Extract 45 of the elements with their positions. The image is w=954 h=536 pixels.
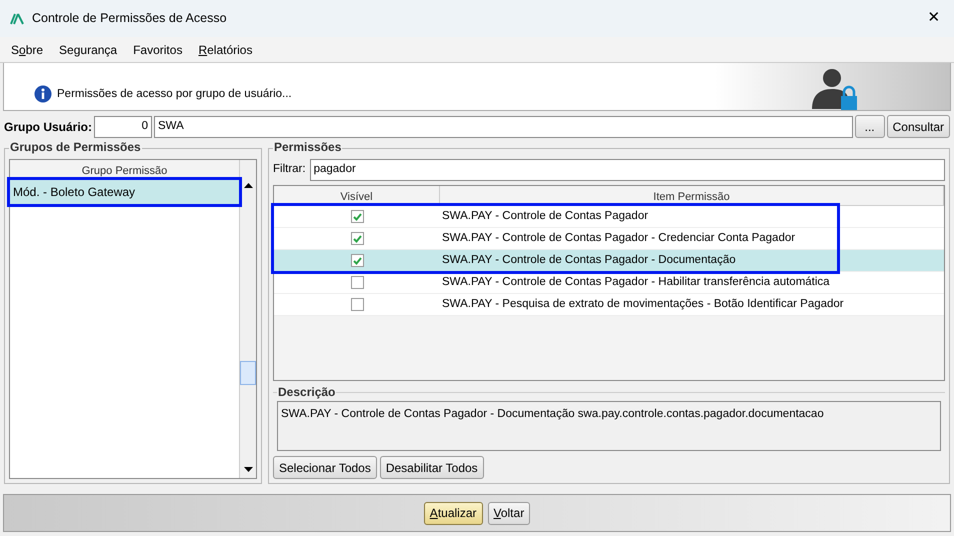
table-row[interactable]: SWA.PAY - Controle de Contas Pagador - Credenciar Conta Pagador [274, 228, 944, 250]
window-title: Controle de Permissões de Acesso [32, 10, 227, 28]
table-row[interactable]: SWA.PAY - Pesquisa de extrato de movimentações - Botão Identificar Pagador [274, 294, 944, 316]
checkbox[interactable] [350, 298, 364, 311]
browse-button[interactable]: ... [854, 115, 885, 138]
field-label: Grupo Usuário: [4, 118, 92, 136]
close-button[interactable]: ✕ [914, 0, 954, 37]
checkbox[interactable] [350, 232, 364, 245]
query-button[interactable]: Consultar [886, 115, 950, 138]
table-cell-text: SWA.PAY - Controle de Contas Pagador - Habilitar transferência automática [441, 274, 830, 290]
table-cell-text: SWA.PAY - Controle de Contas Pagador - Credenciar Conta Pagador [441, 230, 796, 246]
footer-button[interactable]: Voltar [488, 502, 530, 524]
footer-button[interactable]: Atualizar [424, 502, 482, 524]
menu-item[interactable]: Segurança [59, 40, 118, 58]
checkbox[interactable] [350, 276, 364, 289]
group-name-field[interactable]: SWA [154, 116, 853, 138]
filter-label: Filtrar: [273, 162, 306, 178]
scrollbar[interactable] [239, 160, 256, 478]
checkbox[interactable] [350, 210, 364, 223]
action-button[interactable]: Desabilitar Todos [380, 456, 484, 479]
banner-text: Permissões de acesso por grupo de usuário... [57, 86, 292, 102]
menu-item[interactable]: Favoritos [133, 40, 182, 58]
column-header: Visível [340, 190, 373, 204]
column-header: Grupo Permissão [82, 164, 168, 178]
table-cell-text: SWA.PAY - Pesquisa de extrato de movimentações - Botão Identificar Pagador [441, 296, 844, 312]
column-header: Item Permissão [653, 190, 730, 204]
info-icon [34, 85, 52, 103]
user-lock-icon [810, 67, 860, 111]
table-row[interactable]: SWA.PAY - Controle de Contas Pagador - Documentação [274, 250, 944, 272]
table-row[interactable]: SWA.PAY - Controle de Contas Pagador [274, 206, 944, 228]
code-field[interactable]: 0 [94, 116, 152, 138]
menu-item[interactable]: Sobre [11, 40, 44, 58]
checkbox[interactable] [350, 254, 364, 267]
description-text: SWA.PAY - Controle de Contas Pagador - Documentação swa.pay.controle.contas.pagador.documentacao [277, 401, 941, 451]
section-title: Descrição [277, 385, 336, 400]
table-row[interactable]: SWA.PAY - Controle de Contas Pagador - Habilitar transferência automática [274, 272, 944, 294]
table-cell-text: SWA.PAY - Controle de Contas Pagador - Documentação [441, 252, 736, 268]
panel-title: Grupos de Permissões [9, 140, 142, 155]
action-button[interactable]: Selecionar Todos [273, 456, 377, 479]
table-cell-text: SWA.PAY - Controle de Contas Pagador [441, 208, 648, 224]
filter-field[interactable]: pagador [310, 159, 945, 181]
menu-item[interactable]: Relatórios [198, 40, 252, 58]
list-row[interactable]: Mód. - Boleto Gateway [10, 180, 239, 205]
scroll-thumb[interactable] [240, 361, 256, 385]
app-logo-icon [10, 12, 24, 24]
